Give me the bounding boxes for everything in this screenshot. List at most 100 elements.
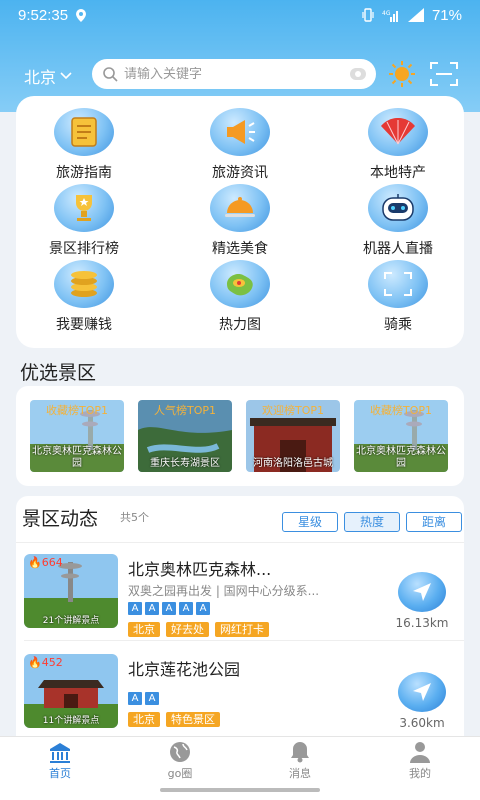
category-item-robot[interactable]: 机器人直播 <box>338 184 458 260</box>
spot-description: 双奥之园再出发 | 国网中心分级系... <box>128 584 320 598</box>
tag: 网红打卡 <box>215 622 269 637</box>
featured-name: 河南洛阳洛邑古城 <box>253 458 333 469</box>
category-item-earn[interactable]: 我要赚钱 <box>24 260 144 336</box>
navigate-button[interactable] <box>398 672 446 712</box>
scan-icon <box>368 260 428 308</box>
heatmap-icon <box>210 260 270 308</box>
rating-badge: A <box>179 602 193 615</box>
search-input[interactable] <box>124 66 350 82</box>
home-icon <box>50 743 70 763</box>
category-label: 骑乘 <box>384 317 412 333</box>
search-box[interactable] <box>92 59 376 89</box>
rating-badge: A <box>128 602 142 615</box>
featured-item[interactable]: 人气榜TOP1 重庆长寿湖景区 <box>138 400 232 472</box>
category-label: 旅游资讯 <box>212 165 268 181</box>
featured-badge: 人气榜TOP1 <box>153 404 216 417</box>
featured-item[interactable]: 欢迎榜TOP1 河南洛阳洛邑古城 <box>246 400 340 472</box>
spot-list-item[interactable]: 🔥452 11个讲解景点 北京莲花池公园 A A 北京 特色景区 3.60km <box>16 654 464 746</box>
category-label: 机器人直播 <box>363 241 433 257</box>
category-label: 旅游指南 <box>56 165 112 181</box>
dynamics-title: 景区动态 <box>22 508 99 530</box>
heat-value: 664 <box>41 556 63 569</box>
category-label: 我要赚钱 <box>56 317 112 333</box>
tag: 北京 <box>128 712 160 727</box>
featured-list: 收藏榜TOP1 北京奥林匹克森林公园 人气榜TOP1 重庆长寿湖景区 欢迎榜TO… <box>16 386 464 486</box>
featured-name: 北京奥林匹克森林公园 <box>32 446 122 469</box>
spot-name: 北京莲花池公园 <box>128 660 241 679</box>
category-item-ride[interactable]: 骑乘 <box>338 260 458 336</box>
spot-name: 北京奥林匹克森林... <box>128 560 272 579</box>
status-bar: 9:52:35 4G 71% <box>0 0 480 30</box>
megaphone-icon <box>210 108 270 156</box>
navigation-arrow-icon <box>413 683 431 701</box>
tab-messages[interactable]: 消息 <box>260 741 340 785</box>
fan-icon <box>368 108 428 156</box>
featured-section-title: 优选景区 <box>20 362 97 384</box>
category-item-specialty[interactable]: 本地特产 <box>338 108 458 184</box>
navigate-button[interactable] <box>398 572 446 612</box>
navigation-arrow-icon <box>413 583 431 601</box>
heat-count: 🔥452 <box>28 656 63 669</box>
featured-badge: 欢迎榜TOP1 <box>261 404 324 417</box>
category-grid: 旅游指南 旅游资讯 本地特产 景区排行榜 精选美食 机器人直播 我要赚钱 热力图… <box>16 96 464 348</box>
featured-item[interactable]: 收藏榜TOP1 北京奥林匹克森林公园 <box>354 400 448 472</box>
category-label: 热力图 <box>219 317 261 333</box>
chevron-down-icon <box>60 72 72 80</box>
bell-icon <box>291 742 309 763</box>
category-item-food[interactable]: 精选美食 <box>180 184 300 260</box>
rating-badge: A <box>128 692 142 705</box>
category-item-news[interactable]: 旅游资讯 <box>180 108 300 184</box>
sort-button-popularity[interactable]: 热度 <box>344 512 400 532</box>
status-icons: 4G 71% <box>362 7 462 24</box>
sort-button-rating[interactable]: 星级 <box>282 512 338 532</box>
tab-profile[interactable]: 我的 <box>380 741 460 785</box>
flame-icon: 🔥 <box>28 556 42 569</box>
tab-home[interactable]: 首页 <box>20 741 100 785</box>
home-indicator <box>160 788 320 792</box>
spot-distance: 3.60km <box>399 716 445 730</box>
spot-distance: 16.13km <box>395 616 449 630</box>
category-label: 本地特产 <box>370 165 426 181</box>
category-item-ranking[interactable]: 景区排行榜 <box>24 184 144 260</box>
featured-badge: 收藏榜TOP1 <box>45 404 108 417</box>
svg-text:4G: 4G <box>382 10 391 17</box>
tag: 北京 <box>128 622 160 637</box>
rating-badge: A <box>145 602 159 615</box>
scan-icon[interactable] <box>430 61 458 87</box>
signal-4g-icon: 4G <box>382 10 398 22</box>
rating-badge: A <box>196 602 210 615</box>
guides-count: 11个讲解景点 <box>42 716 100 726</box>
sort-button-distance[interactable]: 距离 <box>406 512 462 532</box>
tag: 特色景区 <box>166 712 220 727</box>
camera-icon[interactable] <box>350 68 366 80</box>
location-icon <box>76 8 87 22</box>
tab-label: go圈 <box>167 767 193 780</box>
featured-item[interactable]: 收藏榜TOP1 北京奥林匹克森林公园 <box>30 400 124 472</box>
featured-name: 北京奥林匹克森林公园 <box>356 446 446 469</box>
guides-count: 21个讲解景点 <box>42 616 100 626</box>
spot-list-item[interactable]: 🔥664 21个讲解景点 北京奥林匹克森林... 双奥之园再出发 | 国网中心分… <box>16 554 464 646</box>
tab-label: 首页 <box>49 767 71 780</box>
weather-sun-icon[interactable] <box>388 60 416 88</box>
tab-go-circle[interactable]: go圈 <box>140 741 220 785</box>
heat-value: 452 <box>41 656 63 669</box>
search-row: 北京 <box>0 56 480 92</box>
rating-badge: A <box>145 692 159 705</box>
category-label: 精选美食 <box>212 241 268 257</box>
rating-badges: A A <box>128 692 159 705</box>
rating-badge: A <box>162 602 176 615</box>
tag: 好去处 <box>166 622 209 637</box>
dynamics-section: 景区动态 共5个 星级 热度 距离 🔥664 21个讲解景点 北京奥林匹克森林.… <box>16 496 464 736</box>
divider <box>16 542 464 543</box>
city-selector[interactable]: 北京 <box>24 64 72 88</box>
city-label: 北京 <box>24 68 57 87</box>
trophy-icon <box>54 184 114 232</box>
category-item-guide[interactable]: 旅游指南 <box>24 108 144 184</box>
battery-percent: 71% <box>431 6 462 24</box>
spot-image: 🔥664 21个讲解景点 <box>24 554 118 628</box>
robot-icon <box>368 184 428 232</box>
tab-label: 我的 <box>409 767 431 780</box>
category-item-heatmap[interactable]: 热力图 <box>180 260 300 336</box>
rating-badges: A A A A A <box>128 602 210 615</box>
globe-icon <box>170 742 190 762</box>
